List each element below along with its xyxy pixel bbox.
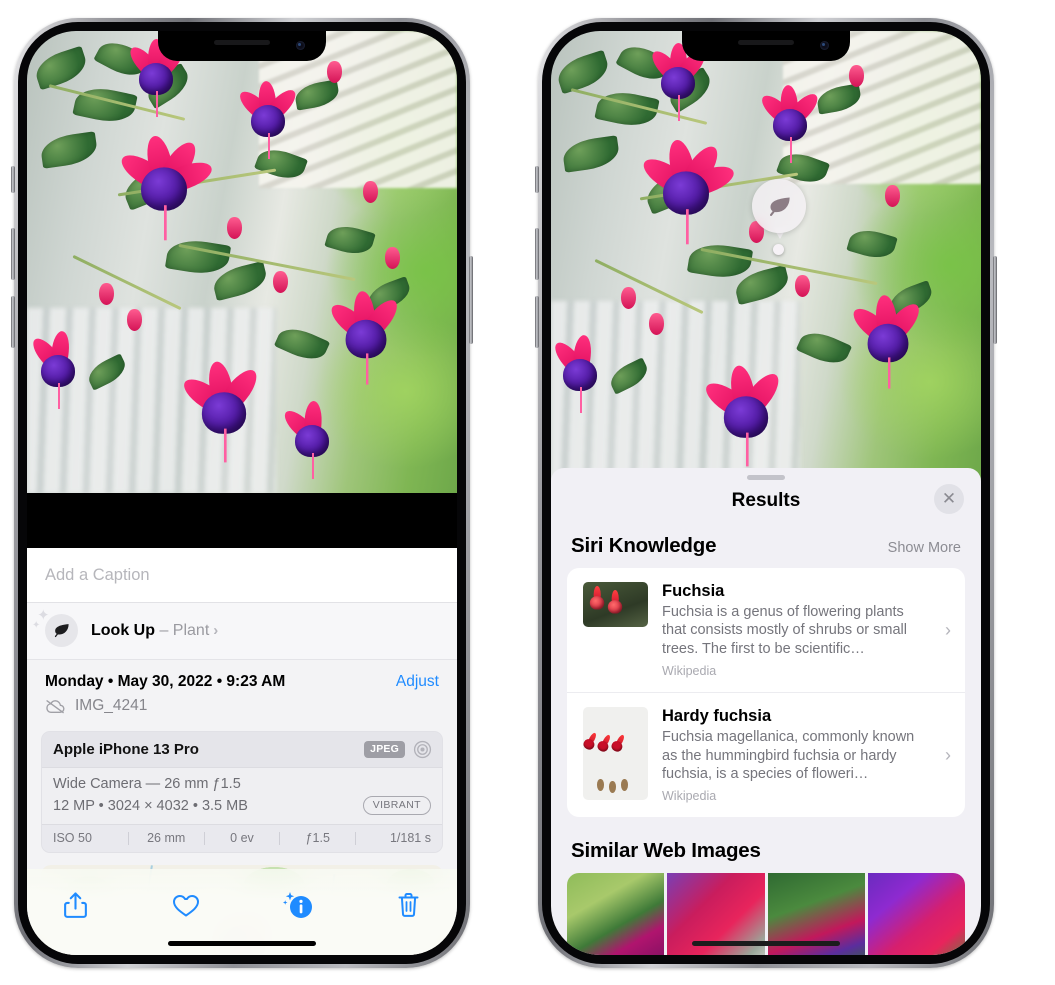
result-thumbnail (583, 707, 648, 801)
notch-left (158, 31, 326, 61)
screen-left: Add a Caption ✦ ✦ Look Up – Plant › Mond… (27, 31, 457, 955)
exif-row: ISO 50 26 mm 0 ev ƒ1.5 1/181 s (42, 824, 442, 852)
similar-web-images-header: Similar Web Images (551, 817, 981, 873)
volume-down-button-right[interactable] (535, 296, 539, 348)
results-title: Results (731, 490, 801, 511)
result-source: Wikipedia (662, 789, 717, 804)
photo-viewer[interactable] (27, 31, 457, 493)
earpiece-speaker (738, 40, 794, 45)
list-item[interactable]: Fuchsia Fuchsia is a genus of flowering … (567, 568, 965, 692)
visual-look-up-dot (773, 244, 784, 255)
caption-input[interactable]: Add a Caption (27, 548, 457, 603)
similar-web-images-heading: Similar Web Images (571, 839, 761, 863)
share-icon[interactable] (53, 885, 97, 925)
photo-viewer-right[interactable] (551, 31, 981, 481)
photo-info-sheet: Add a Caption ✦ ✦ Look Up – Plant › Mond… (27, 548, 457, 955)
show-more-button[interactable]: Show More (888, 540, 961, 556)
volume-up-button-right[interactable] (535, 228, 539, 280)
look-up-title: Look Up (91, 621, 155, 639)
chevron-right-icon: › (213, 621, 219, 639)
result-title: Hardy fuchsia (662, 707, 772, 726)
result-description: Fuchsia magellanica, commonly known as t… (662, 729, 915, 783)
screenshot-stage: Add a Caption ✦ ✦ Look Up – Plant › Mond… (0, 0, 1055, 985)
visual-look-up-badge[interactable] (752, 179, 806, 233)
mute-switch-right[interactable] (535, 166, 539, 193)
lens-info: Wide Camera — 26 mm ƒ1.5 (53, 776, 241, 792)
home-indicator-right[interactable] (692, 941, 840, 946)
icloud-slash-icon (45, 699, 66, 714)
image-specs: 12 MP • 3024 × 4032 • 3.5 MB (53, 797, 248, 814)
list-item[interactable]: Hardy fuchsia Fuchsia magellanica, commo… (567, 692, 965, 817)
format-badge: JPEG (364, 741, 405, 758)
metadata-block: Monday • May 30, 2022 • 9:23 AM Adjust I… (27, 660, 457, 725)
exif-shutter: 1/181 s (389, 831, 431, 845)
look-up-dash: – (155, 621, 173, 639)
leaf-icon: ✦ ✦ (32, 608, 78, 647)
look-up-subject: Plant (172, 621, 210, 639)
front-camera-icon (820, 41, 829, 50)
camera-info-card[interactable]: Apple iPhone 13 Pro JPEG Wide Camera — 2… (41, 731, 443, 853)
result-source: Wikipedia (662, 664, 717, 679)
result-description: Fuchsia is a genus of flowering plants t… (662, 604, 907, 657)
result-thumbnail (583, 582, 648, 627)
trash-icon[interactable] (387, 885, 431, 925)
photographic-style-badge: VIBRANT (362, 796, 431, 815)
look-up-row[interactable]: ✦ ✦ Look Up – Plant › (27, 603, 457, 660)
power-button-left[interactable] (469, 256, 473, 344)
info-sparkle-icon[interactable] (276, 885, 320, 925)
sparkle-small-icon: ✦ (32, 620, 41, 631)
web-image-thumbnail[interactable] (567, 873, 665, 955)
device-name: Apple iPhone 13 Pro (53, 741, 199, 758)
earpiece-speaker (214, 40, 270, 45)
results-sheet: Results ✕ Siri Knowledge Show More Fuchs… (551, 468, 981, 955)
iphone-left: Add a Caption ✦ ✦ Look Up – Plant › Mond… (11, 18, 473, 968)
aperture-icon (413, 740, 432, 759)
result-title: Fuchsia (662, 582, 725, 600)
home-indicator-left[interactable] (168, 941, 316, 946)
volume-up-button-left[interactable] (11, 228, 15, 280)
siri-knowledge-heading: Siri Knowledge (571, 534, 717, 557)
siri-knowledge-card: Fuchsia Fuchsia is a genus of flowering … (567, 568, 965, 818)
notch-right (682, 31, 850, 61)
exif-focal: 26 mm (147, 831, 186, 845)
iphone-right: Results ✕ Siri Knowledge Show More Fuchs… (535, 18, 997, 968)
heart-icon[interactable] (164, 885, 208, 925)
chevron-right-icon: › (945, 619, 951, 640)
screen-right: Results ✕ Siri Knowledge Show More Fuchs… (551, 31, 981, 955)
siri-knowledge-header: Siri Knowledge Show More (551, 512, 981, 568)
volume-down-button-left[interactable] (11, 296, 15, 348)
front-camera-icon (296, 41, 305, 50)
power-button-right[interactable] (993, 256, 997, 344)
web-image-thumbnail[interactable] (867, 873, 965, 955)
file-name: IMG_4241 (75, 697, 148, 714)
exif-iso: ISO 50 (53, 831, 92, 845)
chevron-right-icon: › (945, 744, 951, 765)
capture-date: Monday • May 30, 2022 • 9:23 AM (45, 673, 286, 690)
exif-aperture: ƒ1.5 (305, 831, 330, 845)
exif-exposure: 0 ev (230, 831, 254, 845)
close-icon[interactable]: ✕ (934, 484, 964, 514)
adjust-button[interactable]: Adjust (396, 673, 439, 691)
look-up-label: Look Up – Plant › (91, 622, 218, 640)
mute-switch-left[interactable] (11, 166, 15, 193)
